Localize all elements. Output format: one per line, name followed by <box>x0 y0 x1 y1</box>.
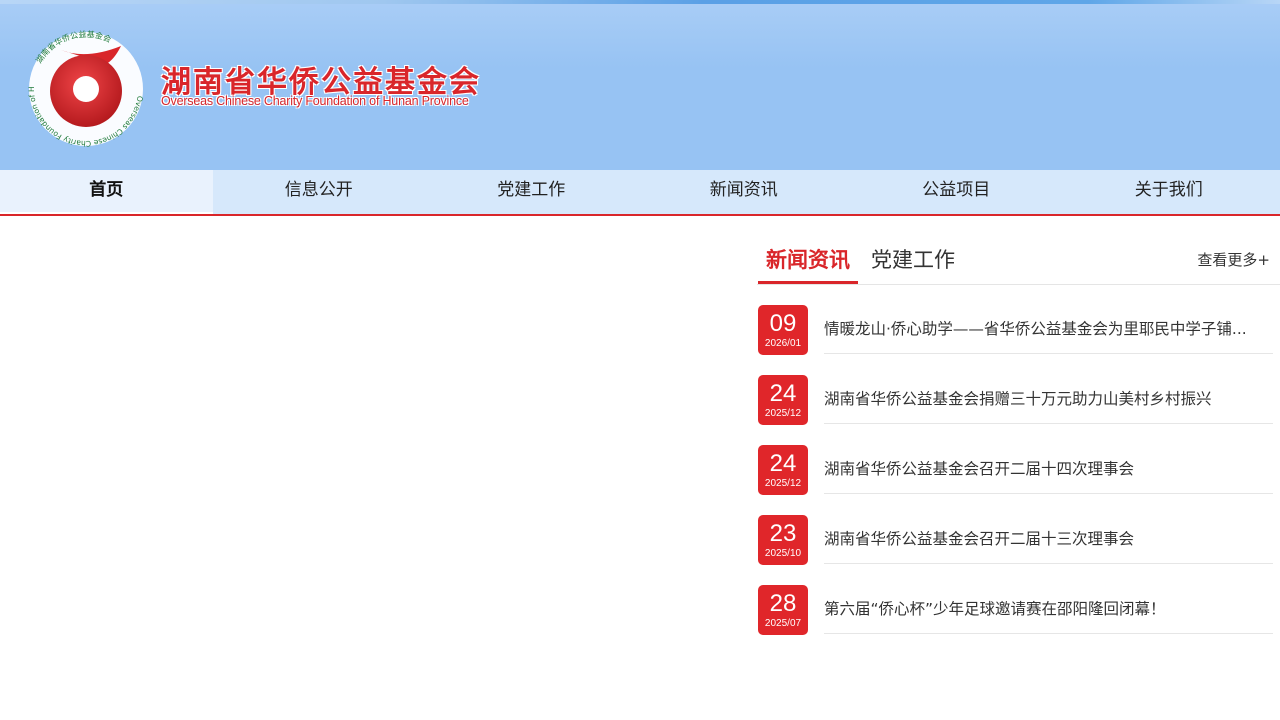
tab-news[interactable]: 新闻资讯 <box>758 244 858 284</box>
main-nav: 首页 信息公开 党建工作 新闻资讯 公益项目 关于我们 <box>0 170 1280 216</box>
nav-item-info-disclosure[interactable]: 信息公开 <box>213 170 426 214</box>
date-badge: 24 2025/12 <box>758 445 808 495</box>
date-year-month: 2025/12 <box>764 478 802 489</box>
date-badge: 24 2025/12 <box>758 375 808 425</box>
news-title-link[interactable]: 湖南省华侨公益基金会召开二届十四次理事会 <box>824 444 1273 494</box>
date-year-month: 2025/12 <box>764 408 802 419</box>
news-list-item[interactable]: 24 2025/12 湖南省华侨公益基金会召开二届十四次理事会 <box>757 444 1280 514</box>
date-day: 24 <box>769 450 797 477</box>
news-title-link[interactable]: 第六届“侨心杯”少年足球邀请赛在邵阳隆回闭幕！ <box>824 584 1273 634</box>
date-badge: 23 2025/10 <box>758 515 808 565</box>
foundation-logo[interactable]: Overseas Chinese Charity Foundation of H… <box>26 30 146 148</box>
news-panel: 新闻资讯 党建工作 查看更多+ 09 2026/01 情暖龙山·侨心助学——省华… <box>757 232 1280 652</box>
news-title-link[interactable]: 情暖龙山·侨心助学——省华侨公益基金会为里耶民中学子铺... <box>824 304 1273 354</box>
news-list-item[interactable]: 28 2025/07 第六届“侨心杯”少年足球邀请赛在邵阳隆回闭幕！ <box>757 584 1280 654</box>
nav-item-news[interactable]: 新闻资讯 <box>638 170 851 214</box>
view-more-link[interactable]: 查看更多+ <box>1197 249 1270 270</box>
nav-item-party-building[interactable]: 党建工作 <box>425 170 638 214</box>
date-year-month: 2025/10 <box>764 548 802 559</box>
date-badge: 09 2026/01 <box>758 305 808 355</box>
date-day: 09 <box>769 310 797 337</box>
news-title-link[interactable]: 湖南省华侨公益基金会召开二届十三次理事会 <box>824 514 1273 564</box>
date-year-month: 2025/07 <box>764 618 802 629</box>
date-year-month: 2026/01 <box>764 338 802 349</box>
date-day: 28 <box>769 590 797 617</box>
nav-item-charity-projects[interactable]: 公益项目 <box>850 170 1063 214</box>
news-list: 09 2026/01 情暖龙山·侨心助学——省华侨公益基金会为里耶民中学子铺..… <box>757 304 1280 654</box>
date-day: 23 <box>769 520 797 547</box>
nav-item-home[interactable]: 首页 <box>0 170 213 214</box>
date-day: 24 <box>769 380 797 407</box>
nav-item-about-us[interactable]: 关于我们 <box>1063 170 1276 214</box>
news-title-link[interactable]: 湖南省华侨公益基金会捐赠三十万元助力山美村乡村振兴 <box>824 374 1273 424</box>
tab-party-building[interactable]: 党建工作 <box>871 244 955 284</box>
news-list-item[interactable]: 24 2025/12 湖南省华侨公益基金会捐赠三十万元助力山美村乡村振兴 <box>757 374 1280 444</box>
news-tab-bar: 新闻资讯 党建工作 查看更多+ <box>757 232 1280 285</box>
header-top-line <box>0 0 1280 4</box>
site-header: Overseas Chinese Charity Foundation of H… <box>0 0 1280 170</box>
news-list-item[interactable]: 09 2026/01 情暖龙山·侨心助学——省华侨公益基金会为里耶民中学子铺..… <box>757 304 1280 374</box>
date-badge: 28 2025/07 <box>758 585 808 635</box>
news-list-item[interactable]: 23 2025/10 湖南省华侨公益基金会召开二届十三次理事会 <box>757 514 1280 584</box>
org-name-en: Overseas Chinese Charity Foundation of H… <box>161 94 469 108</box>
